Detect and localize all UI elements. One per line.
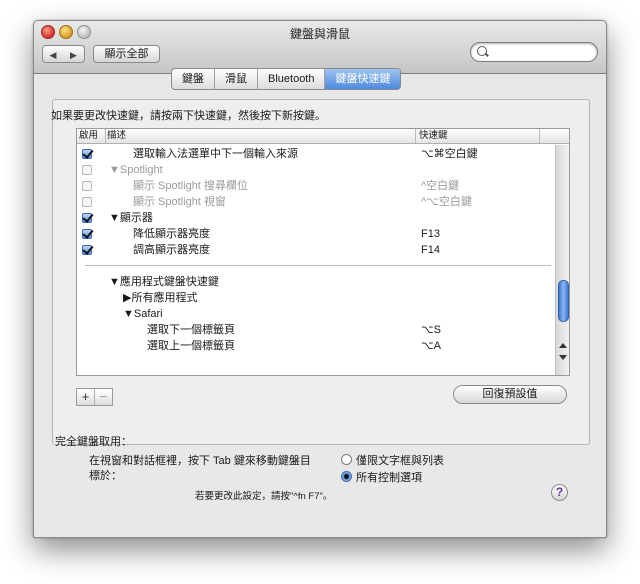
row-shortcut: F13 [421, 228, 440, 240]
radio-text-boxes-only[interactable] [341, 454, 352, 465]
shortcuts-table: 啟用 描述 快速鍵 選取輸入法選單中下一個輸入來源 ⌥⌘空白鍵 ▼Spotlig… [76, 128, 570, 376]
enable-checkbox[interactable] [82, 197, 92, 207]
enable-checkbox[interactable] [82, 245, 92, 255]
tab-bar: 鍵盤 滑鼠 Bluetooth 鍵盤快速鍵 [171, 68, 402, 90]
row-description: ▼Spotlight [109, 164, 163, 176]
row-separator [85, 265, 551, 266]
window-title: 鍵盤與滑鼠 [289, 27, 350, 41]
tab-keyboard-shortcuts[interactable]: 鍵盤快速鍵 [325, 69, 401, 89]
row-description: 顯示 Spotlight 搜尋欄位 [133, 180, 248, 192]
row-description: ▼應用程式鍵盤快速鍵 [109, 276, 219, 288]
row-shortcut: F14 [421, 244, 440, 256]
row-description: ▼顯示器 [109, 212, 153, 224]
scroll-up-arrow-icon[interactable] [559, 343, 567, 348]
row-description: 調高顯示器亮度 [133, 244, 210, 256]
full-keyboard-access-description-cont: 標於： [89, 470, 122, 482]
column-enabled[interactable]: 啟用 [79, 129, 106, 143]
tab-mouse[interactable]: 滑鼠 [215, 69, 258, 89]
table-row[interactable]: ▼Safari [77, 306, 555, 322]
title-bar: 鍵盤與滑鼠 ◀ ▶ 顯示全部 [34, 21, 606, 74]
search-icon [477, 46, 487, 56]
column-shortcut[interactable]: 快速鍵 [419, 129, 540, 143]
restore-defaults-button[interactable]: 回復預設值 [453, 385, 567, 404]
tab-keyboard[interactable]: 鍵盤 [172, 69, 215, 89]
table-row[interactable]: 選取下一個標籤頁 ⌥S [77, 322, 555, 338]
back-button[interactable]: ◀ [42, 45, 64, 63]
row-description: 選取下一個標籤頁 [147, 324, 235, 336]
row-description: ▶所有應用程式 [123, 292, 198, 304]
tab-bluetooth[interactable]: Bluetooth [258, 69, 326, 89]
table-row[interactable]: 選取輸入法選單中下一個輸入來源 ⌥⌘空白鍵 [77, 146, 555, 162]
row-description: 選取輸入法選單中下一個輸入來源 [133, 148, 298, 160]
help-button[interactable]: ? [551, 484, 568, 501]
row-shortcut: ⌥⌘空白鍵 [421, 148, 478, 160]
row-description: ▼Safari [123, 308, 163, 320]
search-input[interactable] [493, 45, 593, 59]
table-row[interactable]: ▶所有應用程式 [77, 290, 555, 306]
table-row[interactable]: ▼應用程式鍵盤快速鍵 [77, 274, 555, 290]
enable-checkbox[interactable] [82, 229, 92, 239]
full-keyboard-access-description: 在視窗和對話框裡，按下 Tab 鍵來移動鍵盤目 [89, 455, 311, 467]
add-remove-control: + − [76, 388, 113, 406]
vertical-scrollbar[interactable] [555, 145, 569, 375]
table-row[interactable]: ▼Spotlight [77, 162, 555, 178]
search-field[interactable] [470, 42, 598, 62]
instruction-text: 如果要更改快速鍵，請按兩下快速鍵，然後按下新按鍵。 [51, 110, 326, 122]
remove-shortcut-button[interactable]: − [94, 389, 112, 405]
scroll-down-arrow-icon[interactable] [559, 355, 567, 360]
row-description: 選取上一個標籤頁 [147, 340, 235, 352]
show-all-button[interactable]: 顯示全部 [93, 45, 160, 63]
radio-label-text-boxes-only[interactable]: 僅限文字框與列表 [356, 452, 444, 468]
row-shortcut: ⌥S [421, 324, 442, 336]
table-row[interactable]: ▼顯示器 [77, 210, 555, 226]
radio-label-all-controls[interactable]: 所有控制選項 [356, 469, 422, 485]
change-setting-hint: 若要更改此設定，請按"^fn F7"。 [195, 491, 333, 502]
scrollbar-thumb[interactable] [558, 280, 569, 322]
enable-checkbox[interactable] [82, 213, 92, 223]
row-shortcut: ⌥A [421, 340, 442, 352]
table-row[interactable]: 顯示 Spotlight 視窗 ^⌥空白鍵 [77, 194, 555, 210]
enable-checkbox[interactable] [82, 181, 92, 191]
forward-button[interactable]: ▶ [63, 45, 85, 63]
column-description[interactable]: 描述 [107, 129, 416, 143]
table-row[interactable]: 調高顯示器亮度 F14 [77, 242, 555, 258]
table-row[interactable]: 顯示 Spotlight 搜尋欄位 ^空白鍵 [77, 178, 555, 194]
table-row[interactable]: 降低顯示器亮度 F13 [77, 226, 555, 242]
row-shortcut: ^空白鍵 [421, 180, 460, 192]
radio-all-controls[interactable] [341, 471, 352, 482]
row-description: 降低顯示器亮度 [133, 228, 210, 240]
enable-checkbox[interactable] [82, 149, 92, 159]
full-keyboard-access-title: 完全鍵盤取用： [55, 436, 132, 448]
add-shortcut-button[interactable]: + [77, 389, 94, 405]
table-header: 啟用 描述 快速鍵 [77, 129, 569, 144]
table-row[interactable]: 選取上一個標籤頁 ⌥A [77, 338, 555, 354]
row-description: 顯示 Spotlight 視窗 [133, 196, 226, 208]
enable-checkbox[interactable] [82, 165, 92, 175]
row-shortcut: ^⌥空白鍵 [421, 196, 472, 208]
